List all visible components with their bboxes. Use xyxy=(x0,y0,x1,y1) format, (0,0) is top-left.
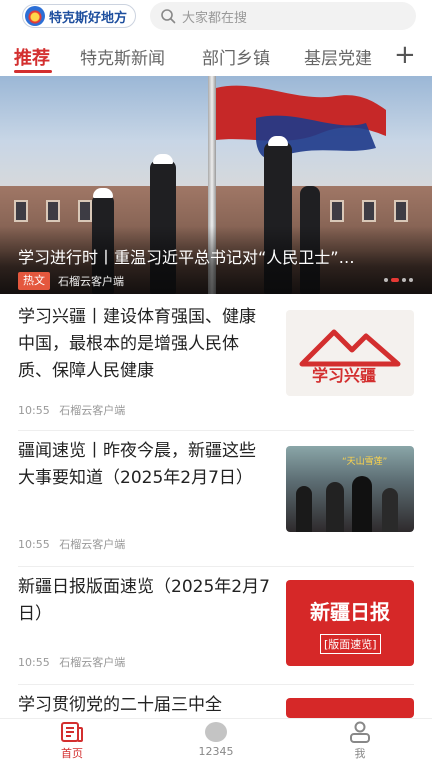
crowd-figure xyxy=(382,488,398,532)
divider xyxy=(18,566,414,567)
carousel-dot[interactable] xyxy=(409,278,413,282)
news-meta: 10:55 石榴云客户端 xyxy=(18,536,131,552)
nav-12345[interactable]: 12345 xyxy=(186,721,246,758)
banner-window xyxy=(362,200,376,222)
carousel-dot[interactable] xyxy=(384,278,388,282)
nav-label: 首页 xyxy=(61,747,83,760)
nav-me[interactable]: 我 xyxy=(330,721,390,761)
thumb-text: 新疆日报 xyxy=(310,600,390,624)
thumb-text: 学习兴疆 xyxy=(312,366,377,385)
banner-source: 石榴云客户端 xyxy=(58,275,124,288)
banner-window xyxy=(394,200,408,222)
banner-window xyxy=(330,200,344,222)
carousel-dot[interactable] xyxy=(402,278,406,282)
search-placeholder: 大家都在搜 xyxy=(182,10,248,26)
search-icon xyxy=(161,9,176,24)
news-source: 石榴云客户端 xyxy=(59,404,126,417)
nav-label: 我 xyxy=(354,747,366,760)
crowd-figure xyxy=(352,476,372,532)
news-item[interactable]: 学习贯彻党的二十届三中全 xyxy=(0,692,432,718)
top-banner[interactable]: 学习进行时丨重温习近平总书记对“人民卫士”… 热文 石榴云客户端 xyxy=(0,76,432,294)
search-bar[interactable]: 大家都在搜 xyxy=(150,2,416,30)
app-name: 特克斯好地方 xyxy=(49,10,128,26)
news-title[interactable]: 学习兴疆丨建设体育强国、健康中国，最根本的是增强人民体质、保障人民健康 xyxy=(18,304,270,385)
news-title[interactable]: 新疆日报版面速览（2025年2月7日） xyxy=(18,574,270,628)
app-header: 特克斯好地方 大家都在搜 xyxy=(0,0,432,34)
carousel-dots xyxy=(384,278,413,282)
nav-label: 12345 xyxy=(198,745,234,758)
guard-hat xyxy=(268,136,288,146)
crowd-figure xyxy=(326,482,344,532)
news-source: 石榴云客户端 xyxy=(59,538,126,551)
news-thumbnail[interactable] xyxy=(286,698,414,718)
thumb-text: “天山雪莲” xyxy=(342,457,388,467)
news-item[interactable]: 学习兴疆丨建设体育强国、健康中国，最根本的是增强人民体质、保障人民健康 10:5… xyxy=(0,304,432,424)
banner-title[interactable]: 学习进行时丨重温习近平总书记对“人民卫士”… xyxy=(18,244,418,268)
banner-window xyxy=(14,200,28,222)
thumb-subtext: [版面速览] xyxy=(320,634,381,654)
news-thumbnail[interactable]: “天山雪莲” xyxy=(286,446,414,532)
news-meta: 10:55 石榴云客户端 xyxy=(18,402,131,418)
tab-tekes-news[interactable]: 特克斯新闻 xyxy=(80,44,165,69)
flag-image xyxy=(216,85,386,159)
app-logo[interactable]: 特克斯好地方 xyxy=(22,4,137,28)
user-icon xyxy=(350,721,370,743)
news-thumbnail[interactable]: 学习兴疆 xyxy=(286,310,414,396)
news-title[interactable]: 疆闻速览丨昨夜今晨，新疆这些大事要知道（2025年2月7日） xyxy=(18,438,270,492)
news-item[interactable]: 疆闻速览丨昨夜今晨，新疆这些大事要知道（2025年2月7日） 10:55 石榴云… xyxy=(0,438,432,558)
tab-party-building[interactable]: 基层党建 xyxy=(304,44,372,69)
circle-icon xyxy=(205,722,227,742)
tab-recommend[interactable]: 推荐 xyxy=(14,44,50,70)
category-tabs: 推荐 特克斯新闻 部门乡镇 基层党建 + xyxy=(0,40,432,74)
active-tab-indicator xyxy=(14,70,52,73)
logo-mark-icon xyxy=(25,6,45,26)
news-thumbnail[interactable]: 新疆日报 [版面速览] xyxy=(286,580,414,666)
news-meta: 10:55 石榴云客户端 xyxy=(18,654,131,670)
news-icon xyxy=(61,722,83,742)
crowd-figure xyxy=(296,486,312,532)
banner-window xyxy=(46,200,60,222)
divider xyxy=(18,684,414,685)
tab-departments[interactable]: 部门乡镇 xyxy=(202,44,270,69)
divider xyxy=(18,430,414,431)
banner-window xyxy=(78,200,92,222)
news-source: 石榴云客户端 xyxy=(59,656,126,669)
news-time: 10:55 xyxy=(18,538,50,551)
add-tab-icon[interactable]: + xyxy=(394,40,416,70)
news-time: 10:55 xyxy=(18,404,50,417)
nav-home[interactable]: 首页 xyxy=(42,721,102,761)
hot-badge: 热文 xyxy=(18,272,50,290)
news-item[interactable]: 新疆日报版面速览（2025年2月7日） 10:55 石榴云客户端 新疆日报 [版… xyxy=(0,574,432,674)
news-title[interactable]: 学习贯彻党的二十届三中全 xyxy=(18,692,270,718)
news-time: 10:55 xyxy=(18,656,50,669)
guard-hat xyxy=(153,154,173,164)
carousel-dot-active[interactable] xyxy=(391,278,399,282)
guard-hat xyxy=(93,188,113,198)
bottom-nav: 首页 12345 我 xyxy=(0,718,432,768)
